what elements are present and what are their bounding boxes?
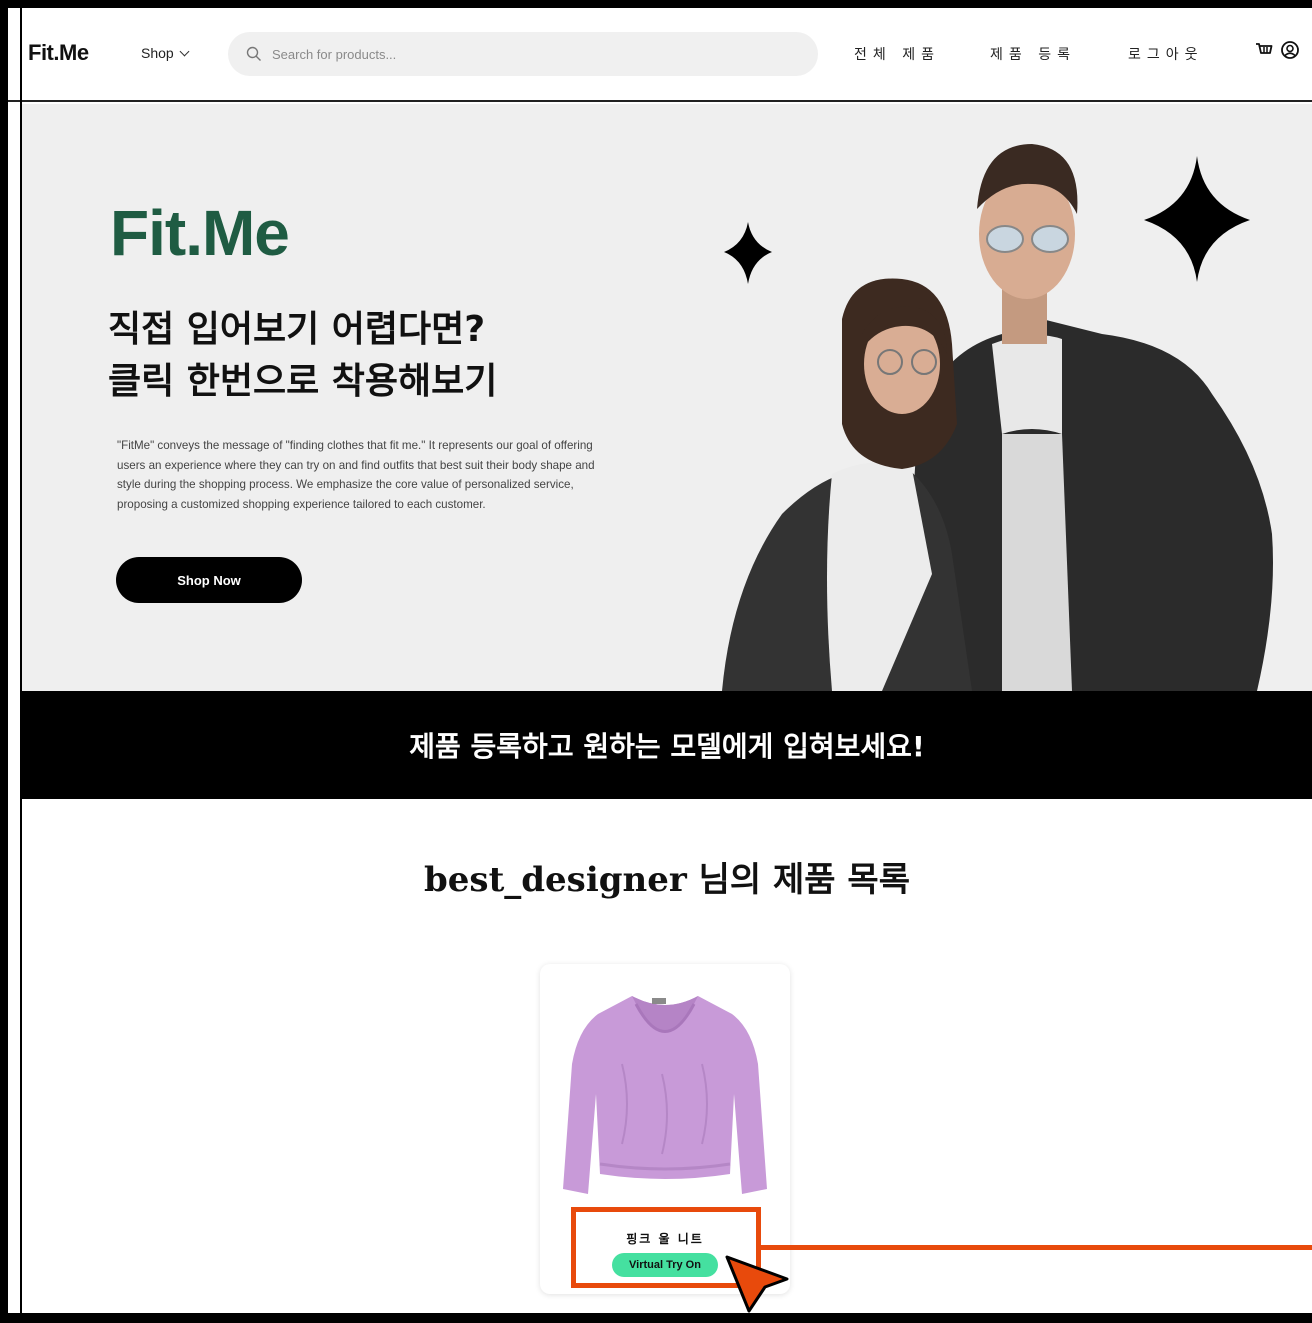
shop-now-button[interactable]: Shop Now [116, 557, 302, 603]
product-list-title: best_designer 님의 제품 목록 [22, 852, 1312, 901]
nav-register-product[interactable]: 제품 등록 [990, 44, 1076, 64]
search-icon [246, 46, 261, 61]
hero-description: "FitMe" conveys the message of "finding … [117, 439, 595, 511]
shop-dropdown-label: Shop [141, 45, 174, 61]
frame-divider [20, 8, 22, 1313]
chevron-down-icon [179, 46, 190, 56]
hero-logo: Fit.Me [110, 197, 290, 269]
hero-headline: 직접 입어보기 어렵다면? 클릭 한번으로 착용해보기 [108, 304, 668, 408]
product-list-title-suffix: 님의 제품 목록 [686, 860, 910, 900]
annotation-line [761, 1245, 1312, 1250]
site-logo[interactable]: Fit.Me [28, 40, 89, 66]
cart-icon[interactable] [1254, 40, 1274, 60]
search-bar[interactable] [228, 32, 818, 76]
product-image [563, 996, 767, 1194]
promo-banner-text: 제품 등록하고 원하는 모델에게 입혀보세요! [409, 730, 925, 763]
hero-headline-line-1: 직접 입어보기 어렵다면? [108, 309, 486, 350]
designer-name: best_designer [424, 860, 687, 900]
sparkle-small-icon [724, 222, 772, 284]
header-icons [1254, 40, 1300, 60]
hero-headline-line-2: 클릭 한번으로 착용해보기 [108, 361, 498, 402]
cursor-arrow-icon [725, 1255, 789, 1313]
promo-banner: 제품 등록하고 원하는 모델에게 입혀보세요! [22, 691, 1312, 799]
hero-section: Fit.Me 직접 입어보기 어렵다면? 클릭 한번으로 착용해보기 "FitM… [22, 104, 1312, 691]
hero-models-image [722, 144, 1273, 691]
nav-logout[interactable]: 로그아웃 [1128, 44, 1204, 64]
user-icon[interactable] [1280, 40, 1300, 60]
search-input[interactable] [272, 46, 792, 62]
sparkle-large-icon [1144, 156, 1250, 282]
nav-all-products[interactable]: 전체 제품 [854, 44, 940, 64]
shop-dropdown[interactable]: Shop [141, 45, 190, 61]
site-header: Fit.Me Shop 전체 제품 제품 등록 로그아웃 [8, 8, 1312, 102]
